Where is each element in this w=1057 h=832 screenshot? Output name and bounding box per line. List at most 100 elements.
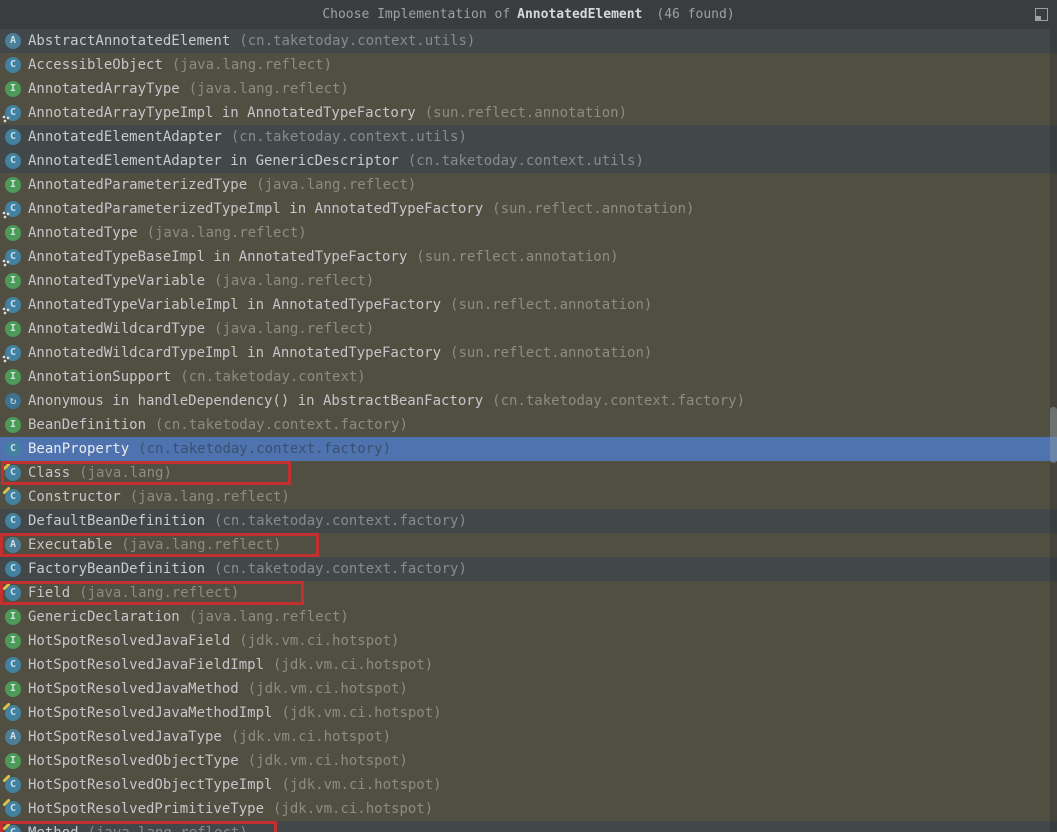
class-name: Class xyxy=(28,465,70,481)
class-name: AnnotatedWildcardTypeImpl in AnnotatedTy… xyxy=(28,345,441,361)
list-item[interactable]: C AnnotatedWildcardTypeImpl in AnnotatedT… xyxy=(0,341,1057,365)
interface-icon: I xyxy=(5,225,21,241)
package-name: (java.lang.reflect) xyxy=(189,609,349,625)
class-icon: C xyxy=(5,129,21,145)
list-item[interactable]: AAbstractAnnotatedElement(cn.taketoday.c… xyxy=(0,29,1057,53)
list-item[interactable]: ↻Anonymous in handleDependency() in Abst… xyxy=(0,389,1057,413)
list-item[interactable]: CHotSpotResolvedJavaMethodImpl(jdk.vm.ci… xyxy=(0,701,1057,725)
abstract-class-icon: A xyxy=(5,33,21,49)
package-name: (cn.taketoday.context.factory) xyxy=(155,417,408,433)
abstract-class-icon: A xyxy=(5,729,21,745)
list-item[interactable]: IHotSpotResolvedObjectType(jdk.vm.ci.hot… xyxy=(0,749,1057,773)
list-item[interactable]: IBeanDefinition(cn.taketoday.context.fac… xyxy=(0,413,1057,437)
list-item[interactable]: I AnnotatedType (java.lang.reflect) xyxy=(0,221,1057,245)
package-name: (cn.taketoday.context.factory) xyxy=(214,513,467,529)
class-name: AnnotatedArrayType xyxy=(28,81,180,97)
list-item[interactable]: AHotSpotResolvedJavaType(jdk.vm.ci.hotsp… xyxy=(0,725,1057,749)
interface-icon: I xyxy=(5,633,21,649)
class-name: Executable xyxy=(28,537,112,553)
class-name: AnnotationSupport xyxy=(28,369,171,385)
package-name: (java.lang) xyxy=(79,465,172,481)
list-item[interactable]: IAnnotatedWildcardType(java.lang.reflect… xyxy=(0,317,1057,341)
class-icon: C xyxy=(5,57,21,73)
implementation-list: AAbstractAnnotatedElement(cn.taketoday.c… xyxy=(0,29,1057,832)
title-result-count: (46 found) xyxy=(656,7,734,22)
class-name: Anonymous in handleDependency() in Abstr… xyxy=(28,393,483,409)
list-item[interactable]: C FactoryBeanDefinition (cn.taketoday.cont… xyxy=(0,557,1057,581)
package-name: (java.lang.reflect) xyxy=(256,177,416,193)
class-name: AnnotatedElementAdapter xyxy=(28,129,222,145)
list-item[interactable]: CHotSpotResolvedPrimitiveType(jdk.vm.ci.… xyxy=(0,797,1057,821)
class-name: AnnotatedTypeBaseImpl in AnnotatedTypeFa… xyxy=(28,249,407,265)
package-name: (jdk.vm.ci.hotspot) xyxy=(273,801,433,817)
final-class-icon: C xyxy=(5,825,21,832)
list-item[interactable]: IGenericDeclaration(java.lang.reflect) xyxy=(0,605,1057,629)
list-item-selected[interactable]: CBeanProperty(cn.taketoday.context.facto… xyxy=(0,437,1057,461)
package-name: (java.lang.reflect) xyxy=(88,825,248,832)
list-item[interactable]: CDefaultBeanDefinition(cn.taketoday.cont… xyxy=(0,509,1057,533)
list-item[interactable]: CAnnotatedElementAdapter(cn.taketoday.co… xyxy=(0,125,1057,149)
interface-icon: I xyxy=(5,273,21,289)
list-item[interactable]: I HotSpotResolvedJavaMethod (jdk.vm.ci.hot… xyxy=(0,677,1057,701)
final-class-icon: C xyxy=(5,705,21,721)
open-in-window-icon[interactable] xyxy=(1035,8,1048,21)
nested-class-icon: C xyxy=(5,249,21,265)
list-item[interactable]: IAnnotationSupport(cn.taketoday.context) xyxy=(0,365,1057,389)
list-item[interactable]: CConstructor(java.lang.reflect) xyxy=(0,485,1057,509)
class-name: Constructor xyxy=(28,489,121,505)
class-name: AnnotatedArrayTypeImpl in AnnotatedTypeF… xyxy=(28,105,416,121)
list-item[interactable]: C AnnotatedTypeBaseImpl in AnnotatedTypeF… xyxy=(0,245,1057,269)
class-name: AnnotatedWildcardType xyxy=(28,321,205,337)
package-name: (sun.reflect.annotation) xyxy=(416,249,618,265)
package-name: (java.lang.reflect) xyxy=(172,57,332,73)
scrollbar-thumb[interactable] xyxy=(1050,407,1057,463)
class-name: AnnotatedParameterizedTypeImpl in Annota… xyxy=(28,201,483,217)
class-icon: C xyxy=(5,561,21,577)
package-name: (sun.reflect.annotation) xyxy=(450,297,652,313)
package-name: (java.lang.reflect) xyxy=(147,225,307,241)
final-class-icon: C xyxy=(5,777,21,793)
class-name: HotSpotResolvedJavaFieldImpl xyxy=(28,657,264,673)
list-item[interactable]: C Method (java.lang.reflect) xyxy=(0,821,1057,832)
interface-icon: I xyxy=(5,417,21,433)
list-item[interactable]: IAnnotatedTypeVariable(java.lang.reflect… xyxy=(0,269,1057,293)
list-item[interactable]: IAnnotatedArrayType(java.lang.reflect) xyxy=(0,77,1057,101)
class-name: HotSpotResolvedJavaMethod xyxy=(28,681,239,697)
list-item[interactable]: AExecutable(java.lang.reflect) xyxy=(0,533,1057,557)
list-item[interactable]: CAccessibleObject(java.lang.reflect) xyxy=(0,53,1057,77)
package-name: (jdk.vm.ci.hotspot) xyxy=(248,753,408,769)
title-prefix: Choose Implementation of xyxy=(322,7,510,22)
list-item[interactable]: CHotSpotResolvedJavaFieldImpl(jdk.vm.ci.… xyxy=(0,653,1057,677)
package-name: (cn.taketoday.context.utils) xyxy=(408,153,644,169)
interface-icon: I xyxy=(5,681,21,697)
interface-icon: I xyxy=(5,81,21,97)
nested-class-icon: C xyxy=(5,345,21,361)
package-name: (sun.reflect.annotation) xyxy=(492,201,694,217)
package-name: (cn.taketoday.context.factory) xyxy=(214,561,467,577)
interface-icon: I xyxy=(5,177,21,193)
list-item[interactable]: CClass(java.lang) xyxy=(0,461,1057,485)
list-item[interactable]: CField(java.lang.reflect) xyxy=(0,581,1057,605)
class-name: AnnotatedTypeVariable xyxy=(28,273,205,289)
list-item[interactable]: IAnnotatedParameterizedType(java.lang.re… xyxy=(0,173,1057,197)
class-icon: C xyxy=(5,153,21,169)
class-name: Method xyxy=(28,825,79,832)
interface-icon: I xyxy=(5,753,21,769)
package-name: (java.lang.reflect) xyxy=(79,585,239,601)
list-item[interactable]: IHotSpotResolvedJavaField(jdk.vm.ci.hots… xyxy=(0,629,1057,653)
class-name: Field xyxy=(28,585,70,601)
popup-title-bar: Choose Implementation of AnnotatedElemen… xyxy=(0,0,1057,29)
list-item[interactable]: CAnnotatedElementAdapter in GenericDescr… xyxy=(0,149,1057,173)
nested-class-icon: C xyxy=(5,297,21,313)
package-name: (jdk.vm.ci.hotspot) xyxy=(239,633,399,649)
package-name: (sun.reflect.annotation) xyxy=(425,105,627,121)
class-name: FactoryBeanDefinition xyxy=(28,561,205,577)
list-item[interactable]: CHotSpotResolvedObjectTypeImpl(jdk.vm.ci… xyxy=(0,773,1057,797)
package-name: (sun.reflect.annotation) xyxy=(450,345,652,361)
list-item[interactable]: CAnnotatedTypeVariableImpl in AnnotatedT… xyxy=(0,293,1057,317)
package-name: (jdk.vm.ci.hotspot) xyxy=(248,681,408,697)
interface-icon: I xyxy=(5,321,21,337)
class-name: AnnotatedType xyxy=(28,225,138,241)
list-item[interactable]: CAnnotatedArrayTypeImpl in AnnotatedType… xyxy=(0,101,1057,125)
list-item[interactable]: CAnnotatedParameterizedTypeImpl in Annot… xyxy=(0,197,1057,221)
